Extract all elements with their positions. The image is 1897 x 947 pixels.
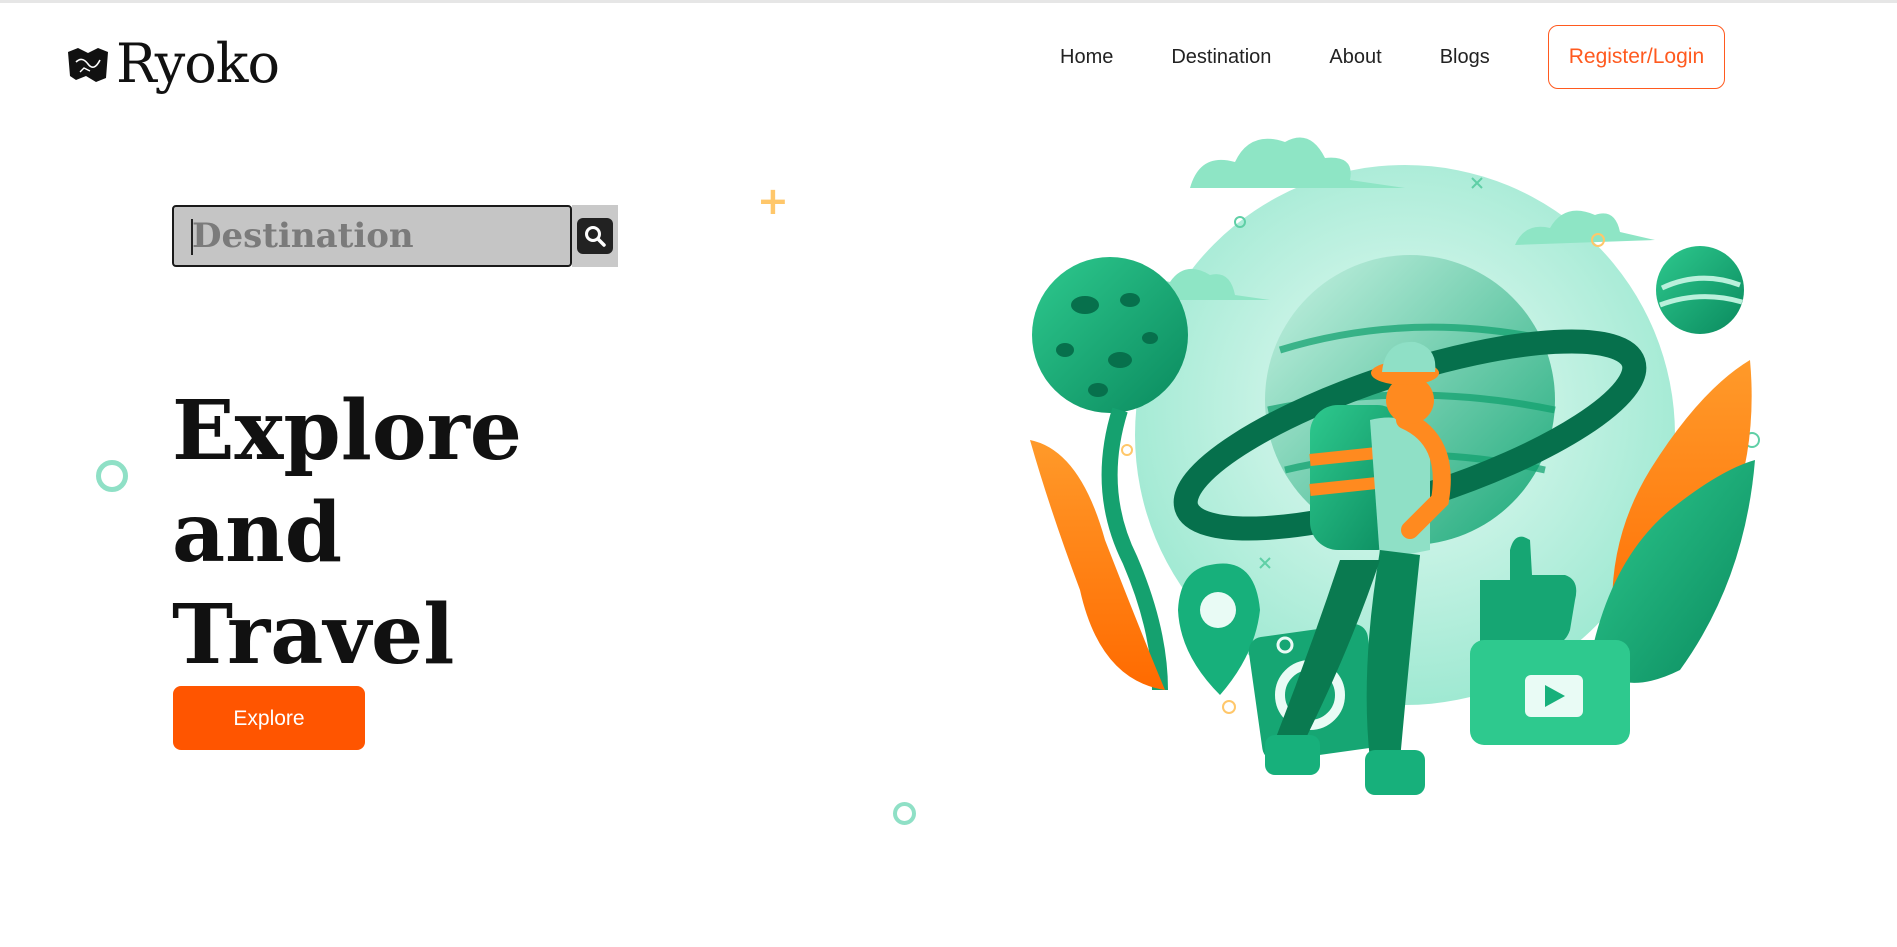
hero-title-line1: Explore and: [172, 383, 522, 581]
top-border: [0, 0, 1897, 3]
traveler-illustration: [1030, 137, 1760, 795]
tree-left: [1032, 257, 1188, 413]
nav-home[interactable]: Home: [1060, 46, 1113, 69]
destination-search-input[interactable]: [172, 205, 572, 267]
decor-ring-left: [96, 460, 128, 492]
search-bar: [172, 205, 618, 267]
search-button[interactable]: [572, 205, 618, 267]
hero-title: Explore and Travel: [172, 380, 692, 686]
decor-ring-bottom: [893, 802, 916, 825]
small-planet: [1656, 246, 1744, 334]
map-logo-icon: [68, 48, 108, 82]
main-nav: Home Destination About Blogs Register/Lo…: [1060, 24, 1726, 90]
nav-about[interactable]: About: [1329, 46, 1381, 69]
decor-plus-icon: +: [757, 179, 789, 223]
explore-button[interactable]: Explore: [173, 686, 365, 750]
hero-title-line2: Travel: [172, 587, 455, 683]
logo[interactable]: Ryoko: [66, 32, 280, 96]
search-icon: [585, 226, 606, 247]
text-caret: [191, 219, 193, 255]
register-login-button[interactable]: Register/Login: [1547, 25, 1726, 89]
map-pin: [1178, 563, 1260, 695]
nav-blogs[interactable]: Blogs: [1440, 46, 1490, 69]
logo-text: Ryoko: [116, 32, 280, 95]
nav-destination[interactable]: Destination: [1171, 46, 1271, 69]
